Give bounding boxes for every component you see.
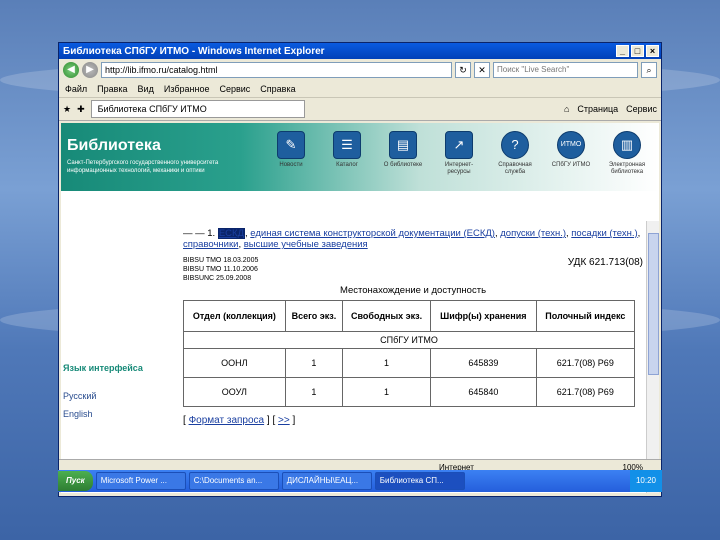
menu-edit[interactable]: Правка: [97, 84, 127, 94]
nav-about[interactable]: ▤ О библиотеке: [381, 131, 425, 176]
form-links: [ Формат запроса ] [ >> ]: [183, 415, 296, 426]
question-icon: ?: [501, 131, 529, 159]
menu-bar: Файл Правка Вид Избранное Сервис Справка: [59, 81, 661, 98]
site-banner: Библиотека Санкт-Петербургского государс…: [61, 123, 659, 191]
page-content: Библиотека Санкт-Петербургского государс…: [61, 123, 659, 493]
record-subjects: — — 1. ЕСКД, единая система конструкторс…: [183, 228, 641, 250]
address-field[interactable]: http://lib.ifmo.ru/catalog.html: [101, 62, 452, 78]
nav-catalog[interactable]: ☰ Каталог: [325, 131, 369, 176]
handbooks-link[interactable]: справочники: [183, 239, 238, 250]
menu-view[interactable]: Вид: [138, 84, 154, 94]
holdings-table: Отдел (коллекция) Всего экз. Свободных э…: [183, 300, 636, 407]
menu-help[interactable]: Справка: [260, 84, 295, 94]
taskbar-item-browser[interactable]: Библиотека СП...: [374, 472, 465, 490]
taskbar-item-explorer[interactable]: C:\Documents an...: [188, 472, 279, 490]
query-format-link[interactable]: Формат запроса: [189, 415, 265, 426]
site-nav: ✎ Новости ☰ Каталог ▤ О библиотеке ↗ Интерне…: [269, 131, 649, 176]
universities-link[interactable]: высшие учебные заведения: [244, 239, 368, 250]
fits-link[interactable]: посадки (техн.): [571, 228, 637, 239]
next-page-link[interactable]: >>: [278, 415, 290, 426]
menu-file[interactable]: Файл: [65, 84, 87, 94]
window-title: Библиотека СПбГУ ИТМО - Windows Internet…: [63, 45, 325, 57]
col-free: Свободных экз.: [342, 300, 432, 332]
lang-russian-link[interactable]: Русский: [63, 391, 173, 401]
record-dates: BIBSU TMO 18.03.2005 BIBSU TMO 11.10.200…: [183, 257, 643, 282]
table-row: ООНЛ 1 1 645839 621.7(08) Р69: [183, 348, 636, 378]
col-total: Всего экз.: [284, 300, 344, 332]
record-content: — — 1. ЕСКД, единая система конструкторс…: [183, 228, 643, 426]
subject-link[interactable]: единая система конструкторской документа…: [250, 228, 495, 239]
catalog-icon: ☰: [333, 131, 361, 159]
clock: 10:20: [629, 470, 662, 492]
browser-window: Библиотека СПбГУ ИТМО - Windows Internet…: [58, 42, 662, 497]
nav-internet[interactable]: ↗ Интернет-ресурсы: [437, 131, 481, 176]
add-favorite-icon[interactable]: ✚: [77, 104, 85, 115]
lang-english-link[interactable]: English: [63, 409, 173, 419]
nav-itmo[interactable]: ИТМО СПбГУ ИТМО: [549, 131, 593, 176]
col-dept: Отдел (коллекция): [183, 300, 286, 332]
site-title: Библиотека: [67, 137, 161, 154]
tab-row: ★ ✚ Библиотека СПбГУ ИТМО ⌂ Страница Сер…: [59, 98, 661, 121]
minimize-button[interactable]: _: [616, 45, 629, 57]
taskbar-item-powerpoint[interactable]: Microsoft Power ...: [95, 472, 186, 490]
ebook-icon: ▥: [613, 131, 641, 159]
title-bar: Библиотека СПбГУ ИТМО - Windows Internet…: [59, 43, 661, 59]
udk-code: УДК 621.713(08): [567, 257, 643, 268]
tab-library[interactable]: Библиотека СПбГУ ИТМО: [90, 100, 305, 118]
search-icon[interactable]: ⌕: [641, 62, 657, 78]
library-row: СПбГУ ИТМО: [183, 331, 635, 349]
address-row: ◀ ▶ http://lib.ifmo.ru/catalog.html ↻ ✕ …: [59, 59, 661, 81]
table-row: ООУЛ 1 1 645840 621.7(08) Р69: [183, 377, 636, 407]
book-icon: ▤: [389, 131, 417, 159]
taskbar-item-folder[interactable]: ДИСЛАЙНЫ\ЕАЦ...: [281, 472, 372, 490]
site-subtitle: Санкт-Петербургского государственного ун…: [67, 160, 219, 174]
eskd-link[interactable]: ЕСКД: [217, 228, 246, 239]
back-icon[interactable]: ◀: [63, 62, 79, 78]
col-index: Полочный индекс: [535, 300, 636, 332]
location-title: Местонахождение и доступность: [339, 285, 487, 296]
search-input[interactable]: Поиск "Live Search": [493, 62, 638, 78]
favorites-star-icon[interactable]: ★: [63, 104, 71, 115]
news-icon: ✎: [277, 131, 305, 159]
nav-news[interactable]: ✎ Новости: [269, 131, 313, 176]
menu-favorites[interactable]: Избранное: [164, 84, 210, 94]
table-header-row: Отдел (коллекция) Всего экз. Свободных э…: [183, 300, 636, 332]
stop-icon[interactable]: ✕: [474, 62, 490, 78]
arrow-icon: ↗: [445, 131, 473, 159]
nav-help[interactable]: ? Справочная служба: [493, 131, 537, 176]
forward-icon[interactable]: ▶: [82, 62, 98, 78]
maximize-button[interactable]: □: [631, 45, 644, 57]
record-prefix: — — 1.: [183, 228, 216, 239]
tolerances-link[interactable]: допуски (техн.): [500, 228, 566, 239]
refresh-icon[interactable]: ↻: [455, 62, 471, 78]
taskbar: Пуск Microsoft Power ... C:\Documents an…: [58, 470, 662, 492]
tool-page[interactable]: Страница: [577, 104, 618, 114]
scroll-thumb[interactable]: [648, 233, 659, 375]
start-button[interactable]: Пуск: [58, 471, 93, 491]
nav-elibrary[interactable]: ▥ Электронная библиотека: [605, 131, 649, 176]
close-button[interactable]: ×: [646, 45, 659, 57]
home-icon[interactable]: ⌂: [564, 104, 569, 114]
sidebar: Язык интерфейса Русский English: [63, 363, 173, 427]
menu-tools[interactable]: Сервис: [219, 84, 250, 94]
tool-service[interactable]: Сервис: [626, 104, 657, 114]
itmo-logo-icon: ИТМО: [557, 131, 585, 159]
language-heading: Язык интерфейса: [63, 363, 143, 373]
col-shelfmark: Шифр(ы) хранения: [430, 300, 537, 332]
vertical-scrollbar[interactable]: [646, 221, 659, 493]
